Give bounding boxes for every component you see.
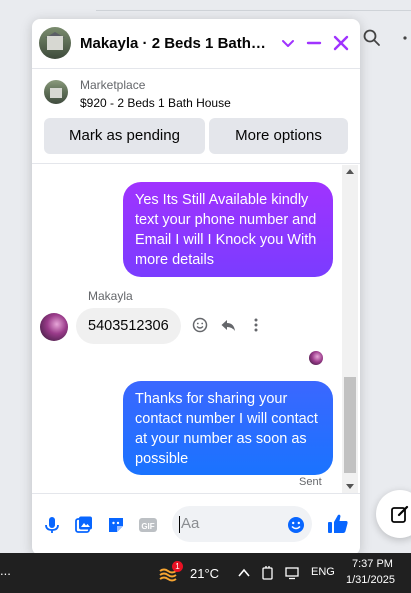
device-icon[interactable]	[260, 565, 276, 581]
microphone-icon[interactable]	[42, 515, 62, 535]
taskbar-overflow[interactable]: ...	[0, 563, 11, 578]
composer-bar: GIF Aa	[32, 493, 360, 555]
chevron-down-icon[interactable]	[279, 34, 297, 52]
more-vertical-icon[interactable]	[248, 317, 264, 333]
svg-text:GIF: GIF	[141, 522, 154, 531]
like-icon[interactable]	[326, 512, 350, 536]
reply-icon[interactable]	[220, 317, 236, 333]
incoming-message[interactable]: 5403512306	[76, 308, 181, 344]
minimize-icon[interactable]	[305, 34, 323, 52]
sticker-icon[interactable]	[106, 515, 126, 535]
message-status: Sent	[299, 476, 322, 488]
photo-icon[interactable]	[74, 515, 94, 535]
scroll-up-arrow-icon[interactable]	[346, 169, 354, 174]
taskbar: ... 1 21°C ENG 7:37 PM 1/31/2025	[0, 553, 411, 593]
listing-title[interactable]: $920 - 2 Beds 1 Bath House	[80, 96, 231, 110]
scrollbar[interactable]	[342, 165, 358, 493]
page-divider	[96, 10, 411, 11]
network-icon[interactable]	[284, 565, 300, 581]
close-icon[interactable]	[332, 34, 350, 52]
temperature[interactable]: 21°C	[190, 566, 219, 581]
clock-date[interactable]: 1/31/2025	[346, 574, 395, 586]
sender-name: Makayla	[88, 289, 133, 303]
search-icon[interactable]	[362, 28, 382, 48]
chat-header: Makayla · 2 Beds 1 Bath H...	[32, 19, 360, 69]
gif-icon[interactable]: GIF	[138, 515, 158, 535]
react-emoji-icon[interactable]	[192, 317, 208, 333]
contact-avatar[interactable]	[40, 313, 68, 341]
clock-time[interactable]: 7:37 PM	[352, 558, 393, 570]
weather-badge: 1	[172, 561, 183, 572]
compose-icon	[391, 505, 409, 523]
message-list: Yes Its Still Available kindly text your…	[32, 165, 360, 493]
scroll-down-arrow-icon[interactable]	[346, 484, 354, 489]
more-options-button[interactable]: More options	[209, 118, 348, 154]
chat-window: Makayla · 2 Beds 1 Bath H... Marketplace…	[32, 19, 360, 555]
listing-avatar[interactable]	[39, 27, 71, 59]
listing-thumbnail[interactable]	[44, 80, 68, 104]
chat-title[interactable]: Makayla · 2 Beds 1 Bath H...	[80, 35, 270, 52]
outgoing-message[interactable]: Yes Its Still Available kindly text your…	[123, 182, 333, 277]
text-caret	[179, 516, 180, 533]
more-vertical-icon[interactable]	[399, 28, 411, 48]
scroll-thumb[interactable]	[344, 377, 356, 473]
input-language[interactable]: ENG	[311, 566, 335, 578]
marketplace-label: Marketplace	[80, 78, 146, 92]
chevron-up-icon[interactable]	[236, 565, 252, 581]
outgoing-message[interactable]: Thanks for sharing your contact number I…	[123, 381, 333, 475]
emoji-icon[interactable]	[286, 515, 306, 535]
mark-as-pending-button[interactable]: Mark as pending	[44, 118, 205, 154]
seen-avatar	[309, 351, 323, 365]
new-message-button[interactable]	[376, 490, 411, 538]
